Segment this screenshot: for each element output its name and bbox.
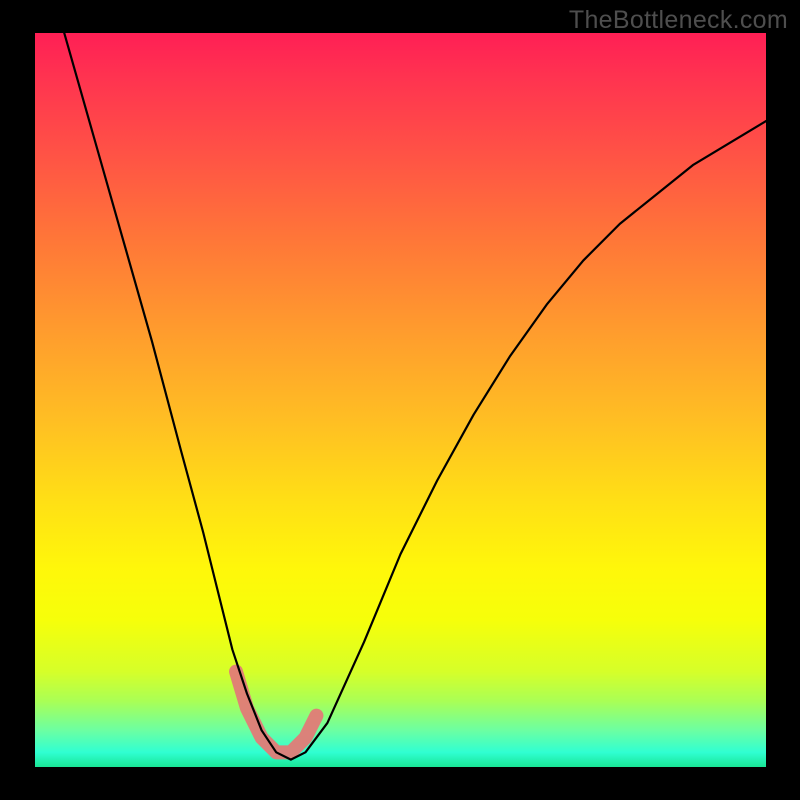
bottleneck-curve [64, 33, 766, 760]
curve-svg [35, 33, 766, 767]
chart-frame: TheBottleneck.com [0, 0, 800, 800]
plot-area [35, 33, 766, 767]
watermark-text: TheBottleneck.com [569, 6, 788, 35]
optimal-band [236, 672, 316, 753]
